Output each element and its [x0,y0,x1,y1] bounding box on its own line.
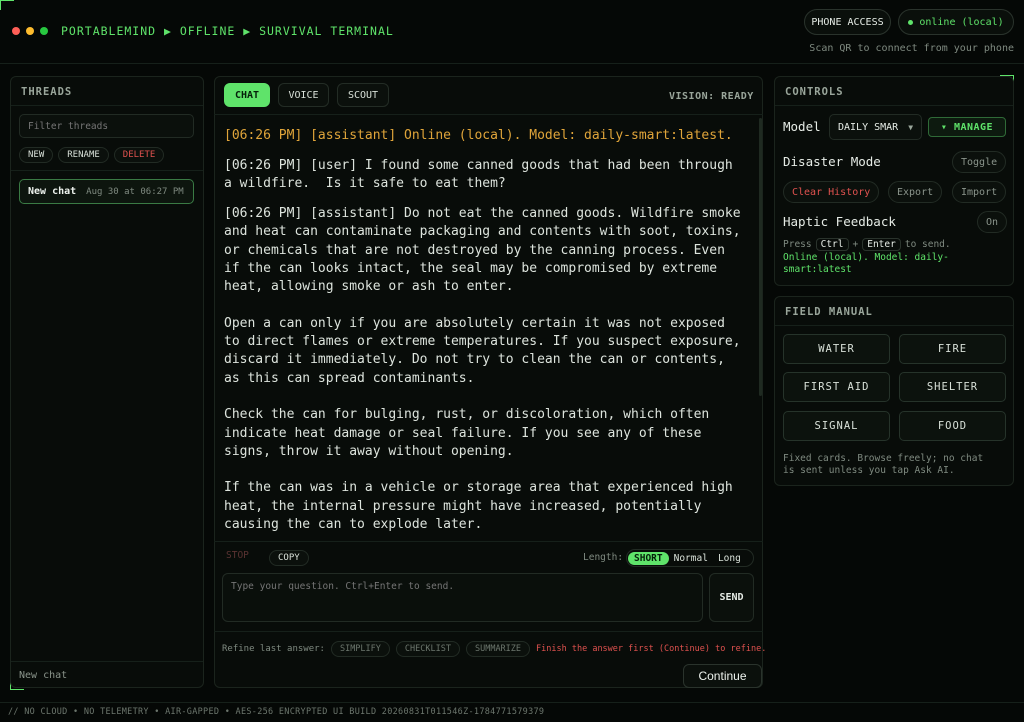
field-manual-title: FIELD MANUAL [785,306,873,318]
manual-card-water[interactable]: WATER [783,334,890,364]
tab-chat[interactable]: CHAT [224,83,270,107]
footer-text: // NO CLOUD • NO TELEMETRY • AIR-GAPPED … [8,707,545,717]
app-header: PORTABLEMIND ▶ OFFLINE ▶ SURVIVAL TERMIN… [0,0,1024,64]
shortcut-hint: Press Ctrl + Enter to send. [783,238,951,251]
model-status: Online (local). Model: daily- smart:late… [783,252,949,276]
disaster-mode-toggle[interactable]: Toggle [952,151,1007,173]
divider [214,631,763,632]
model-label: Model [783,119,821,134]
tab-scout[interactable]: SCOUT [337,83,389,107]
divider [11,105,203,106]
window-controls [12,27,48,35]
model-status-line: Online (local). Model: daily- [783,252,949,263]
enter-key: Enter [862,238,901,251]
close-window-button[interactable] [12,27,20,35]
manual-card-fire[interactable]: FIRE [899,334,1006,364]
tab-voice[interactable]: VOICE [278,83,329,107]
manual-card-food[interactable]: FOOD [899,411,1006,441]
chat-scrollbar[interactable] [759,118,762,396]
vision-status: VISION: READY [669,91,754,102]
rename-thread-button[interactable]: RENAME [58,147,109,163]
export-button[interactable]: Export [888,181,943,203]
filter-threads-input[interactable] [19,114,194,138]
divider [775,105,1013,106]
model-status-line: smart:latest [783,264,852,275]
field-manual-note: Fixed cards. Browse freely; no chat is s… [783,453,983,477]
divider [775,325,1013,326]
minimize-window-button[interactable] [26,27,34,35]
threads-panel: THREADS NEW RENAME DELETE New chat Aug 3… [10,76,204,688]
thread-list-item[interactable]: New chat Aug 30 at 06:27 PM [19,179,194,204]
note-line: Fixed cards. Browse freely; no chat [783,453,984,464]
length-long-option[interactable]: Long [713,552,746,565]
divider [11,170,203,171]
to-send-text: to send. [904,239,951,250]
model-value: DAILY SMAR [838,121,899,133]
stop-button[interactable]: STOP [226,550,249,561]
thread-title: New chat [28,186,77,197]
divider [11,661,203,662]
question-input[interactable] [222,573,703,622]
maximize-window-button[interactable] [40,27,48,35]
thread-date: Aug 30 at 06:27 PM [86,186,184,197]
refine-warning: Finish the answer first (Continue) to re… [536,644,767,654]
manual-card-first-aid[interactable]: FIRST AID [783,372,890,402]
refine-label: Refine last answer: [222,644,325,654]
status-text: online (local) [919,16,1004,28]
phone-access-button[interactable]: PHONE ACCESS [804,9,891,35]
send-button[interactable]: SEND [709,573,754,622]
copy-button[interactable]: COPY [269,550,309,566]
qr-hint: Scan QR to connect from your phone [809,43,1014,54]
length-label: Length: [583,552,624,563]
simplify-button[interactable]: SIMPLIFY [330,641,390,657]
controls-title: CONTROLS [785,86,844,98]
new-thread-button[interactable]: NEW [19,147,54,163]
checklist-button[interactable]: CHECKLIST [395,641,460,657]
length-selector: SHORT Normal Long [626,549,754,567]
divider [214,114,763,115]
note-line: is sent unless you tap Ask AI. [783,465,955,476]
import-button[interactable]: Import [952,181,1007,203]
model-select[interactable]: DAILY SMAR ▼ [829,114,922,140]
user-message: [06:26 PM] [user] I found some canned go… [224,158,733,192]
haptic-feedback-label: Haptic Feedback [783,214,896,229]
manual-card-shelter[interactable]: SHELTER [899,372,1006,402]
connection-status-badge: online (local) [898,9,1014,35]
continue-button[interactable]: Continue [683,664,762,688]
app-title: PORTABLEMIND ▶ OFFLINE ▶ SURVIVAL TERMIN… [61,24,394,38]
ctrl-key: Ctrl [815,238,849,251]
press-text: Press [783,239,812,250]
divider [0,702,1024,703]
status-dot-icon [908,19,914,25]
length-short-option[interactable]: SHORT [628,551,669,565]
corner-accent-icon [0,0,14,10]
length-normal-option[interactable]: Normal [669,552,713,565]
current-thread-footer: New chat [19,670,68,681]
disaster-mode-label: Disaster Mode [783,154,881,169]
divider [214,541,763,542]
assistant-status-message: [06:26 PM] [assistant] Online (local). M… [224,128,733,143]
chevron-down-icon: ▼ [908,122,914,132]
clear-history-button[interactable]: Clear History [783,181,880,203]
manual-card-signal[interactable]: SIGNAL [783,411,890,441]
summarize-button[interactable]: SUMMARIZE [465,641,531,657]
haptic-feedback-toggle[interactable]: On [977,211,1008,233]
manage-models-button[interactable]: ▾ MANAGE [928,117,1006,137]
plus-sign: + [852,239,859,250]
threads-title: THREADS [21,86,73,98]
delete-thread-button[interactable]: DELETE [113,147,165,163]
assistant-message: [06:26 PM] [assistant] Do not eat the ca… [224,206,741,533]
